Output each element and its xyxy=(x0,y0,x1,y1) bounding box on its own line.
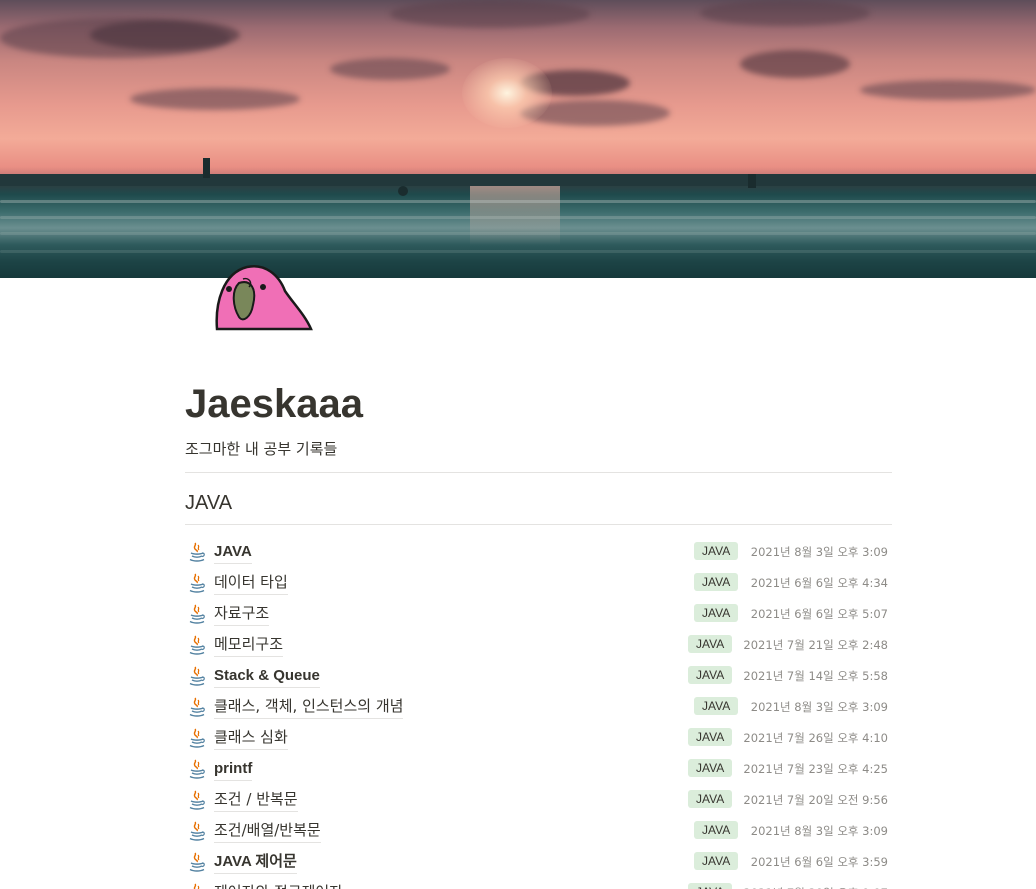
row-title[interactable]: 데이터 타입 xyxy=(214,572,288,595)
divider xyxy=(185,472,892,473)
java-icon xyxy=(188,542,206,562)
parrot-icon[interactable] xyxy=(213,263,315,333)
row-title[interactable]: 클래스 심화 xyxy=(214,727,288,750)
database-row[interactable]: 클래스 심화 JAVA 2021년 7월 26일 오후 4:10 xyxy=(185,723,892,754)
page-title[interactable]: Jaeskaaa xyxy=(185,380,892,428)
row-tag: JAVA xyxy=(688,728,733,746)
java-icon xyxy=(188,759,206,779)
database-row[interactable]: 자료구조 JAVA 2021년 6월 6일 오후 5:07 xyxy=(185,599,892,630)
row-tag: JAVA xyxy=(688,635,733,653)
java-icon xyxy=(188,666,206,686)
row-date: 2021년 8월 3일 오후 3:09 xyxy=(750,700,888,714)
row-tag: JAVA xyxy=(688,759,733,777)
row-tag: JAVA xyxy=(694,852,739,870)
database-row[interactable]: 데이터 타입 JAVA 2021년 6월 6일 오후 4:34 xyxy=(185,568,892,599)
row-title[interactable]: JAVA 제어문 xyxy=(214,851,297,874)
database-list: JAVA JAVA 2021년 8월 3일 오후 3:09 데이터 타입 JAVA 202… xyxy=(185,537,892,889)
java-icon xyxy=(188,635,206,655)
row-title[interactable]: Stack & Queue xyxy=(214,665,320,688)
row-date: 2021년 7월 20일 오전 9:56 xyxy=(743,793,888,807)
row-date: 2021년 7월 14일 오후 5:58 xyxy=(743,669,888,683)
java-icon xyxy=(188,573,206,593)
java-icon xyxy=(188,604,206,624)
row-date: 2021년 6월 6일 오후 4:34 xyxy=(750,576,888,590)
database-row[interactable]: 클래스, 객체, 인스턴스의 개념 JAVA 2021년 8월 3일 오후 3:09 xyxy=(185,692,892,723)
java-icon xyxy=(188,697,206,717)
row-title[interactable]: 조건 / 반복문 xyxy=(214,789,298,812)
java-icon xyxy=(188,790,206,810)
row-tag: JAVA xyxy=(688,666,733,684)
row-title[interactable]: 메모리구조 xyxy=(214,634,284,657)
database-row[interactable]: 메모리구조 JAVA 2021년 7월 21일 오후 2:48 xyxy=(185,630,892,661)
row-tag: JAVA xyxy=(694,821,739,839)
row-date: 2021년 7월 26일 오후 4:10 xyxy=(743,731,888,745)
database-title[interactable]: JAVA xyxy=(185,490,892,516)
database-row[interactable]: JAVA 제어문 JAVA 2021년 6월 6일 오후 3:59 xyxy=(185,847,892,878)
row-tag: JAVA xyxy=(694,604,739,622)
page-cover-image xyxy=(0,0,1036,278)
row-title[interactable]: 자료구조 xyxy=(214,603,270,626)
row-tag: JAVA xyxy=(694,542,739,560)
database-divider xyxy=(185,524,892,525)
row-tag: JAVA xyxy=(688,790,733,808)
row-date: 2021년 6월 6일 오후 3:59 xyxy=(750,855,888,869)
row-title[interactable]: printf xyxy=(214,758,253,781)
database-row[interactable]: 제어자와 접근제어자 JAVA 2021년 7월 20일 오후 9:07 xyxy=(185,878,892,889)
java-icon xyxy=(188,852,206,872)
java-icon xyxy=(188,728,206,748)
row-title[interactable]: JAVA xyxy=(214,541,252,564)
row-tag: JAVA xyxy=(694,697,739,715)
java-icon xyxy=(188,821,206,841)
database-row[interactable]: printf JAVA 2021년 7월 23일 오후 4:25 xyxy=(185,754,892,785)
row-title[interactable]: 클래스, 객체, 인스턴스의 개념 xyxy=(214,696,404,719)
row-date: 2021년 6월 6일 오후 5:07 xyxy=(750,607,888,621)
row-title[interactable]: 제어자와 접근제어자 xyxy=(214,882,343,889)
row-date: 2021년 7월 20일 오후 9:07 xyxy=(743,885,888,889)
database-row[interactable]: JAVA JAVA 2021년 8월 3일 오후 3:09 xyxy=(185,537,892,568)
row-date: 2021년 8월 3일 오후 3:09 xyxy=(750,824,888,838)
java-icon xyxy=(188,883,206,889)
database-row[interactable]: 조건/배열/반복문 JAVA 2021년 8월 3일 오후 3:09 xyxy=(185,816,892,847)
database-row[interactable]: 조건 / 반복문 JAVA 2021년 7월 20일 오전 9:56 xyxy=(185,785,892,816)
row-date: 2021년 7월 23일 오후 4:25 xyxy=(743,762,888,776)
row-date: 2021년 7월 21일 오후 2:48 xyxy=(743,638,888,652)
row-tag: JAVA xyxy=(688,883,733,889)
row-tag: JAVA xyxy=(694,573,739,591)
page-content: Jaeskaaa 조그마한 내 공부 기록들 JAVA JAVA JAVA 2021… xyxy=(185,380,892,889)
row-date: 2021년 8월 3일 오후 3:09 xyxy=(750,545,888,559)
database-row[interactable]: Stack & Queue JAVA 2021년 7월 14일 오후 5:58 xyxy=(185,661,892,692)
row-title[interactable]: 조건/배열/반복문 xyxy=(214,820,321,843)
page-description[interactable]: 조그마한 내 공부 기록들 xyxy=(185,438,892,460)
